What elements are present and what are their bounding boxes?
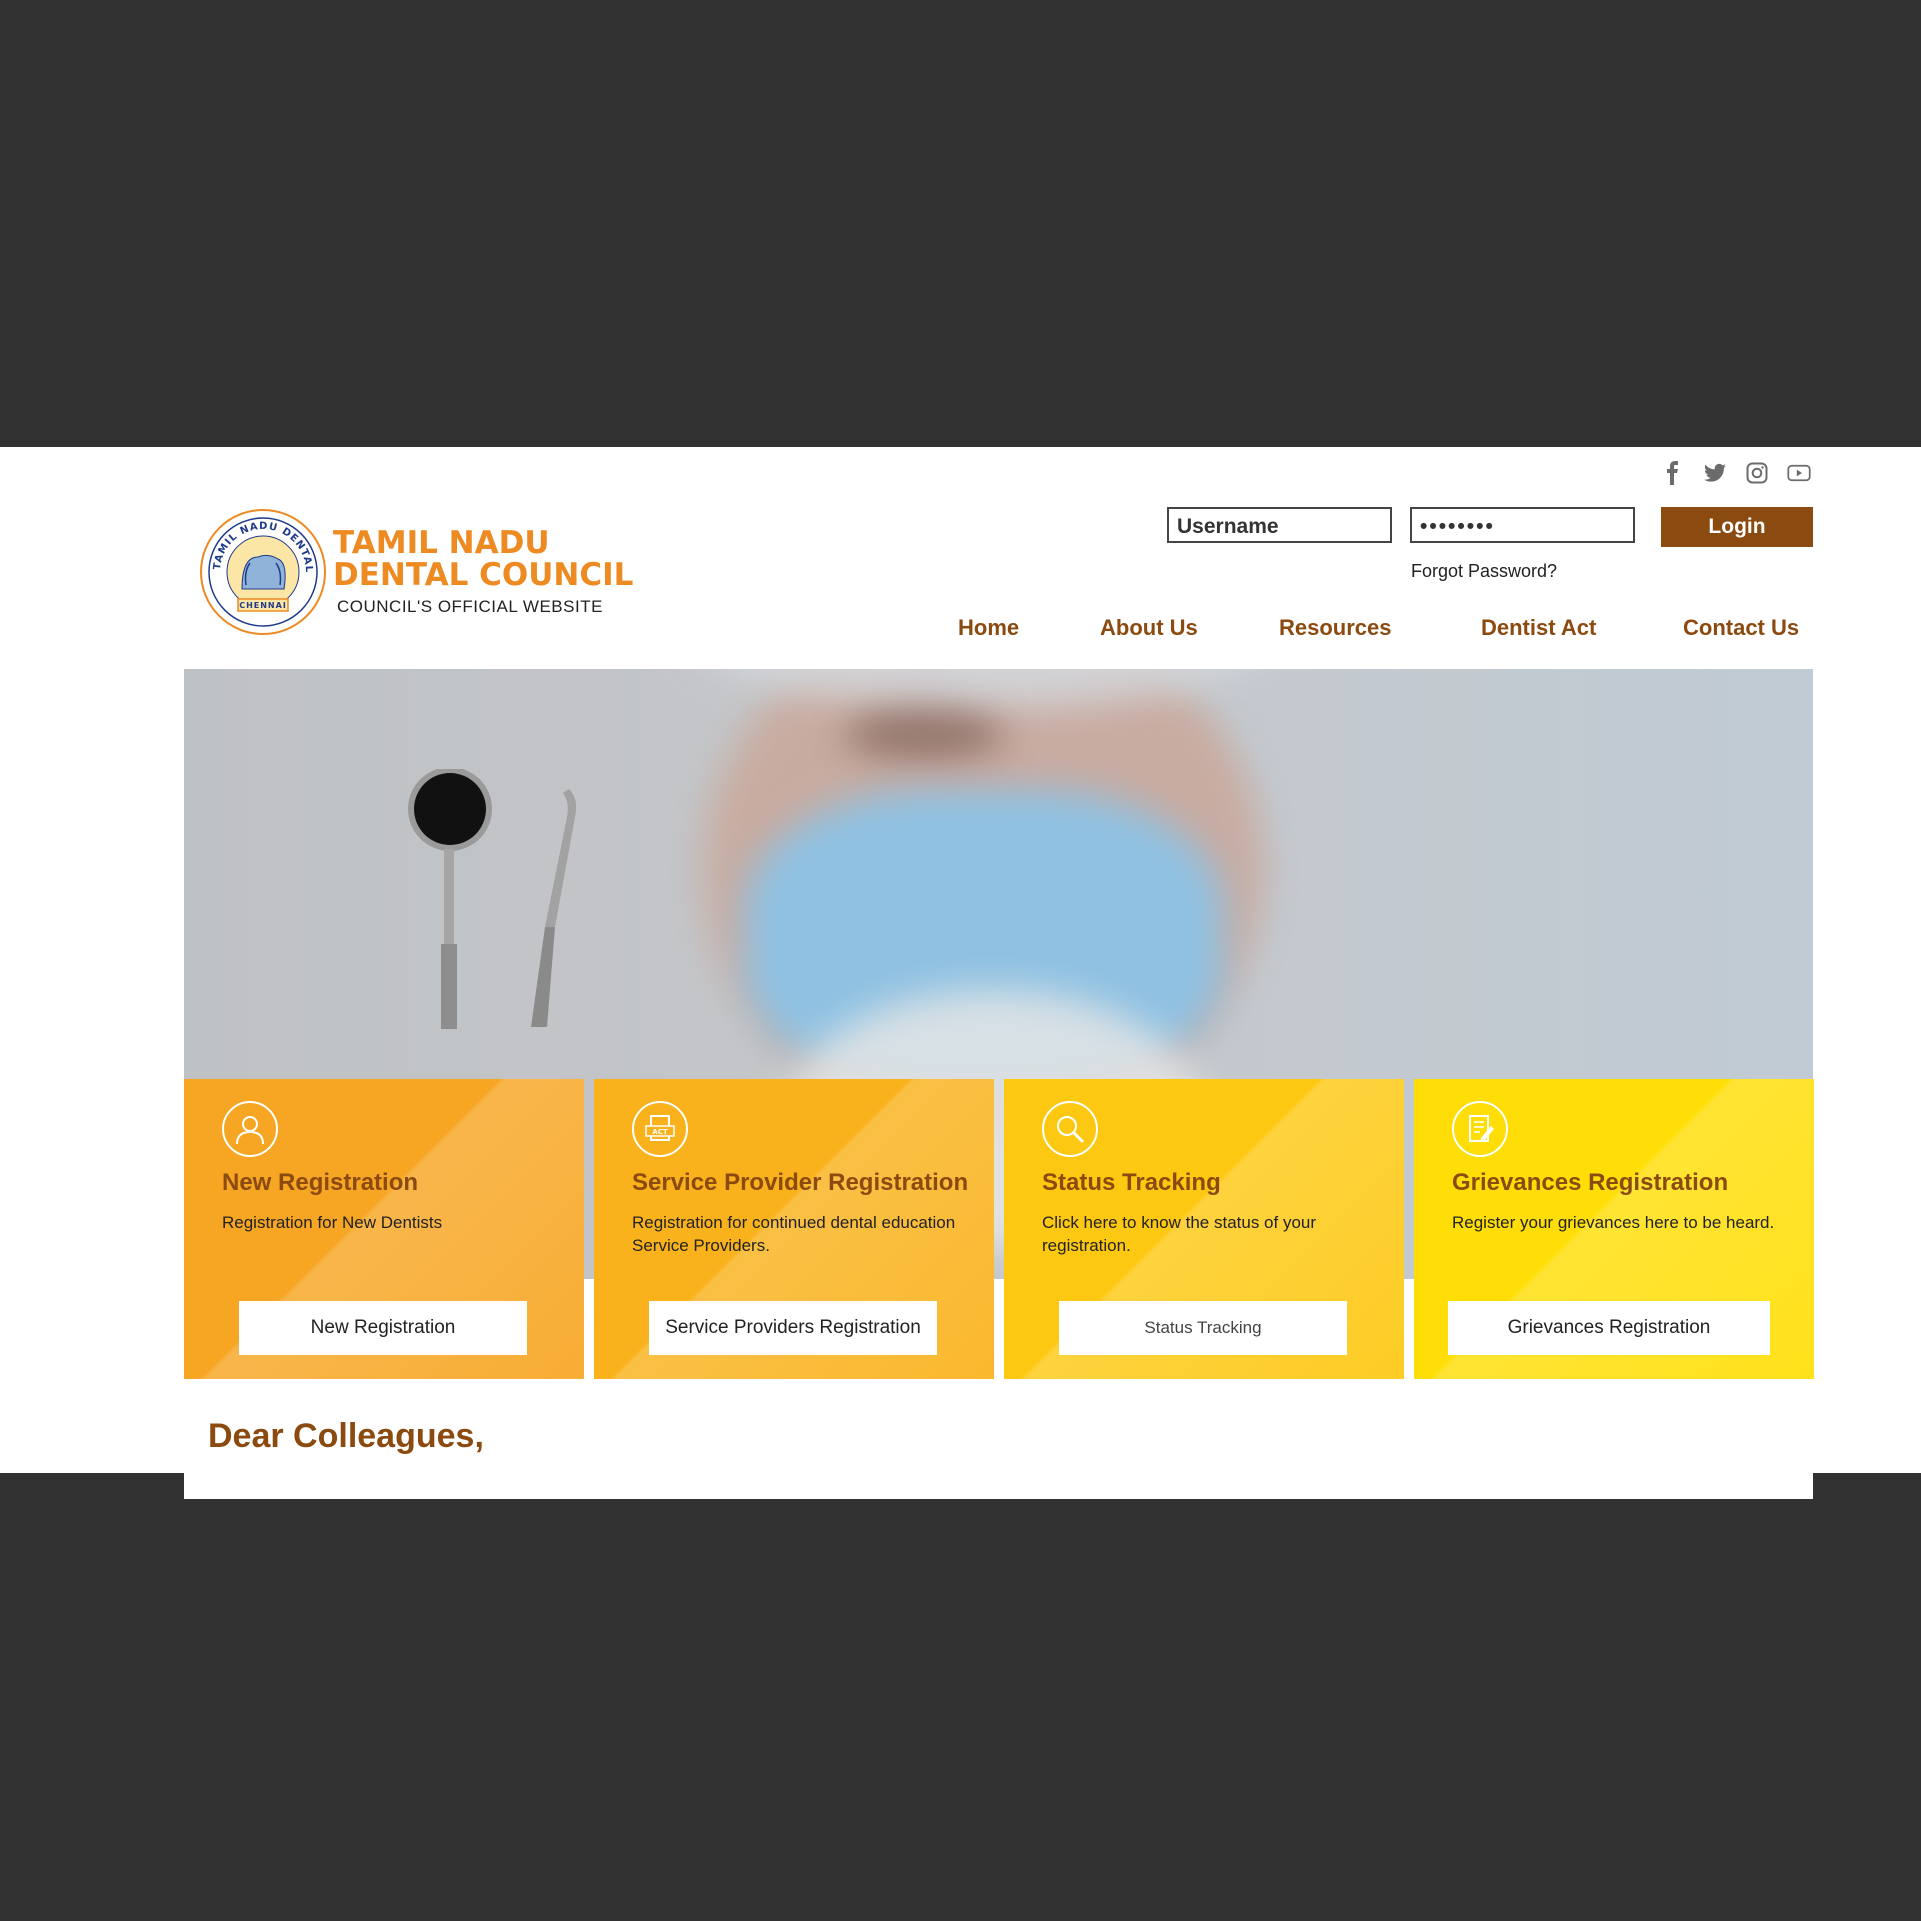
nav-dentist-act[interactable]: Dentist Act: [1481, 615, 1596, 641]
edit-document-icon: [1452, 1101, 1508, 1157]
eyes-blur: [844, 709, 1004, 759]
instagram-icon[interactable]: [1744, 460, 1770, 486]
login-button[interactable]: Login: [1661, 507, 1813, 547]
card-title: New Registration: [222, 1169, 419, 1196]
website-page: TAMIL NADU DENTAL COUNCIL CHENNAI TAMIL …: [0, 447, 1921, 1499]
twitter-icon[interactable]: [1702, 460, 1728, 486]
card-description: Click here to know the status of your re…: [1042, 1213, 1317, 1255]
user-icon: [222, 1101, 278, 1157]
card-service-provider-registration[interactable]: ACT Service Provider Registration Regist…: [594, 1079, 994, 1379]
forgot-password-link[interactable]: Forgot Password?: [1411, 561, 1557, 582]
username-input[interactable]: Username: [1167, 507, 1392, 543]
search-icon: [1042, 1101, 1098, 1157]
nav-about-us[interactable]: About Us: [1100, 615, 1198, 641]
card-description: Registration for New Dentists: [222, 1213, 443, 1232]
act-document-icon: ACT: [632, 1101, 688, 1157]
nav-home[interactable]: Home: [958, 615, 1019, 641]
card-title: Grievances Registration: [1452, 1169, 1729, 1196]
grievances-registration-button[interactable]: Grievances Registration: [1448, 1301, 1770, 1355]
greeting-heading: Dear Colleagues,: [208, 1417, 484, 1455]
card-grievances-registration[interactable]: Grievances Registration Register your gr…: [1414, 1079, 1814, 1379]
brand-tagline: COUNCIL'S OFFICIAL WEBSITE: [337, 597, 603, 616]
new-registration-button[interactable]: New Registration: [239, 1301, 527, 1355]
svg-text:CHENNAI: CHENNAI: [239, 601, 287, 610]
card-title: Service Provider Registration: [632, 1169, 969, 1196]
brand-block: TAMIL NADU DENTAL COUNCIL COUNCIL'S OFFI…: [333, 527, 633, 617]
youtube-icon[interactable]: [1786, 460, 1812, 486]
facebook-icon[interactable]: [1660, 460, 1686, 486]
service-providers-registration-button[interactable]: Service Providers Registration: [649, 1301, 937, 1355]
brand-name-line2: DENTAL COUNCIL: [333, 557, 634, 593]
status-tracking-button[interactable]: Status Tracking: [1059, 1301, 1347, 1355]
main-nav: Home About Us Resources Dentist Act Cont…: [0, 615, 1921, 645]
brand-name-line1: TAMIL NADU: [333, 525, 550, 561]
card-new-registration[interactable]: New Registration Registration for New De…: [184, 1079, 584, 1379]
nav-resources[interactable]: Resources: [1279, 615, 1392, 641]
card-title: Status Tracking: [1042, 1169, 1221, 1196]
card-description: Registration for continued dental educat…: [632, 1213, 956, 1255]
card-status-tracking[interactable]: Status Tracking Click here to know the s…: [1004, 1079, 1404, 1379]
card-description: Register your grievances here to be hear…: [1452, 1213, 1775, 1232]
password-input[interactable]: ••••••••: [1410, 507, 1635, 543]
nav-contact-us[interactable]: Contact Us: [1683, 615, 1799, 641]
svg-text:ACT: ACT: [652, 1128, 668, 1136]
dental-tools-illustration: [408, 769, 577, 1029]
social-links: [1660, 460, 1812, 486]
